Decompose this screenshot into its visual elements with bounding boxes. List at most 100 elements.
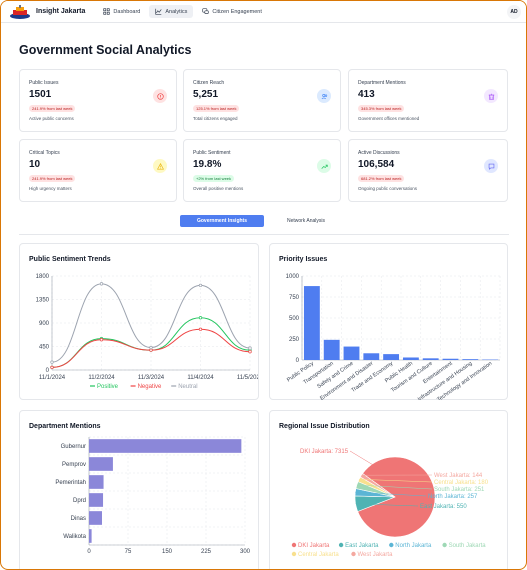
legend-label: East Jakarta	[345, 543, 379, 549]
bar	[422, 358, 439, 360]
stat-value: 19.8%	[193, 159, 222, 170]
bar	[383, 354, 400, 360]
sentiment-chart-card: Public Sentiment Trends 0 450 900 1350 1800 1…	[19, 243, 259, 400]
stat-subtitle: High urgency matters	[29, 186, 72, 191]
y-tick-label: 750	[289, 295, 300, 301]
pie-label: North Jakarta: 257	[428, 494, 478, 500]
department-bar-chart: 0 75 150 225 300 Gubernur Pemprov Pemerintah Dpr…	[55, 436, 251, 555]
stat-card-public-issues[interactable]: Public Issues 1501 241.9% from last week…	[19, 69, 177, 132]
bar	[89, 511, 102, 525]
x-tick-label: 11/1/2024	[39, 375, 66, 381]
nav-dashboard[interactable]: Dashboard	[97, 5, 146, 18]
users-icon	[317, 89, 331, 103]
y-tick-label: 1350	[36, 298, 50, 304]
data-point	[248, 350, 252, 354]
stat-change-badge: 125.1% from last week	[193, 105, 240, 112]
data-point	[50, 360, 54, 364]
pie-label: Central Jakarta: 180	[434, 480, 489, 486]
pie-label: DKI Jakarta: 7315	[300, 449, 349, 455]
bar	[303, 286, 320, 360]
tab-government-insights[interactable]: Government Insights	[180, 215, 264, 227]
trending-up-icon	[317, 159, 331, 173]
alert-circle-icon	[153, 89, 167, 103]
jakarta-logo-icon[interactable]	[9, 4, 31, 19]
stat-title: Active Discussions	[358, 150, 400, 156]
x-tick-label: 11/5/2024	[237, 375, 258, 381]
stat-change-badge: 681.2% from last week	[358, 175, 405, 182]
stat-title: Critical Topics	[29, 150, 60, 156]
nav-analytics[interactable]: Analytics	[149, 5, 194, 18]
section-divider	[19, 234, 509, 235]
x-tick-label: 11/3/2024	[138, 375, 165, 381]
nav-citizen-engagement[interactable]: Citizen Engagement	[196, 5, 268, 18]
x-tick-label: 11/2/2024	[88, 375, 115, 381]
stat-change-badge: 345.3% from last week	[358, 105, 405, 112]
legend-swatch	[291, 542, 297, 548]
warning-icon	[153, 159, 167, 173]
stat-title: Public Issues	[29, 80, 59, 86]
stat-subtitle: Ongoing public conversations	[358, 186, 418, 191]
data-point	[248, 346, 252, 350]
chart-title: Priority Issues	[279, 256, 328, 263]
bar	[343, 346, 360, 360]
y-tick-label: Gubernur	[61, 444, 86, 450]
legend-swatch	[389, 542, 394, 548]
stat-title: Department Mentions	[358, 80, 406, 86]
user-avatar[interactable]: AD	[507, 5, 521, 19]
grid-icon	[103, 8, 111, 15]
stat-title: Public Sentiment	[193, 150, 231, 156]
priority-issues-card: Priority Issues 0 250 500 750 1000 Public Pol…	[269, 243, 508, 400]
data-point	[99, 338, 104, 342]
regional-pie-chart: DKI Jakarta: 7315 East Jakarta: 550 North …	[291, 449, 489, 558]
pie-label: West Jakarta: 144	[434, 473, 483, 479]
stat-card-active-discussions[interactable]: Active Discussions 106,584 681.2% from l…	[348, 139, 508, 202]
data-point	[198, 283, 203, 288]
bar	[89, 529, 92, 543]
stat-card-critical-topics[interactable]: Critical Topics 10 241.9% from last week…	[19, 139, 177, 202]
y-tick-label: Dinas	[71, 516, 86, 522]
chart-icon	[155, 8, 162, 15]
legend-label: North Jakarta	[395, 543, 432, 549]
data-point	[198, 316, 203, 320]
brand-name[interactable]: Insight Jakarta	[36, 8, 85, 15]
y-tick-label: Pemprov	[62, 462, 86, 468]
x-tick-label: 300	[240, 549, 251, 555]
stat-subtitle: Active public concerns	[29, 116, 74, 121]
stat-card-citizen-reach[interactable]: Citizen Reach 5,251 125.1% from last wee…	[183, 69, 341, 132]
stat-title: Citizen Reach	[193, 80, 225, 86]
stat-change-badge: 241.9% from last week	[29, 105, 76, 112]
chart-title: Regional Issue Distribution	[279, 423, 370, 430]
priority-bar-chart: 02505007501000Public PolicyTransportatio…	[286, 274, 501, 400]
stat-card-department-mentions[interactable]: Department Mentions 413 345.3% from last…	[348, 69, 508, 132]
nav-citizen-engagement-label: Citizen Engagement	[212, 8, 262, 15]
pie-label: East Jakarta: 550	[420, 504, 467, 510]
stat-subtitle: Government offices mentioned	[358, 116, 420, 121]
legend-label: South Jakarta	[449, 543, 487, 549]
stat-subtitle: Total citizens engaged	[193, 116, 238, 121]
bar	[89, 439, 242, 453]
legend-label: Negative	[138, 384, 162, 390]
legend-swatch	[338, 542, 344, 548]
stat-value: 413	[358, 89, 375, 100]
tab-network-analysis[interactable]: Network Analysis	[271, 215, 341, 227]
x-tick-label: 0	[87, 549, 91, 555]
y-tick-label: 900	[39, 321, 50, 327]
data-point	[149, 345, 153, 350]
legend-label: Positive	[97, 384, 119, 390]
bar	[89, 493, 104, 507]
stat-change-badge: +2% from last week	[193, 175, 235, 182]
legend-swatch	[291, 551, 297, 557]
bar	[462, 359, 479, 360]
message-icon	[484, 159, 498, 173]
stat-value: 1501	[29, 89, 52, 100]
app-window: Insight Jakarta Dashboard Analytics Citi…	[0, 0, 527, 570]
stat-change-badge: 241.9% from last week	[29, 175, 76, 182]
stat-card-public-sentiment[interactable]: Public Sentiment 19.8% +2% from last wee…	[183, 139, 341, 202]
bar	[402, 357, 419, 360]
legend-label: West Jakarta	[358, 552, 394, 558]
stat-value: 106,584	[358, 159, 395, 170]
y-tick-label: 250	[289, 337, 300, 343]
y-tick-label: 0	[46, 368, 50, 374]
data-point	[198, 327, 203, 331]
bar	[323, 339, 340, 360]
